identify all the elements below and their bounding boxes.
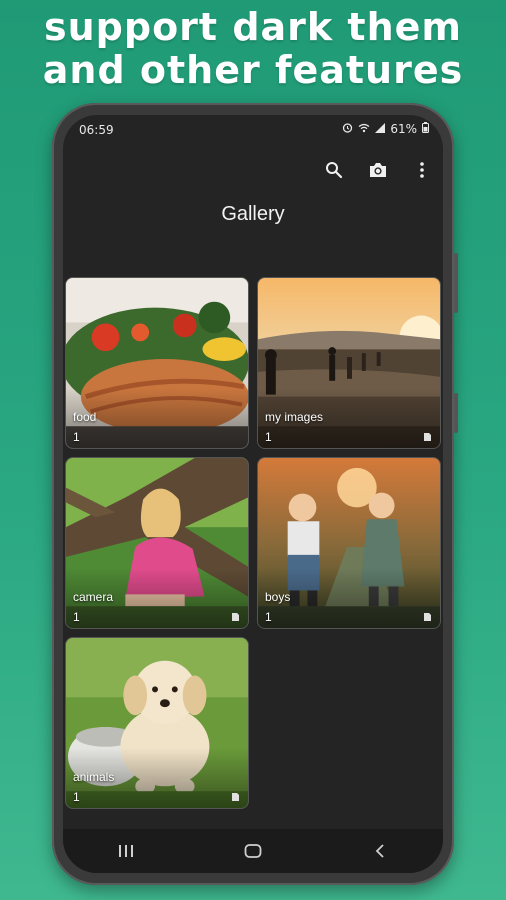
promo-line-2: and other features [42,48,464,92]
more-options-button[interactable] [409,157,435,183]
album-count: 1 [73,790,80,804]
album-name: camera [73,590,114,604]
status-bar: 06:59 61% [63,115,443,145]
sd-card-icon [424,433,431,441]
album-name: food [73,410,97,424]
album-count: 1 [73,430,80,444]
back-button[interactable] [360,836,400,866]
status-time: 06:59 [79,123,114,137]
more-vert-icon [420,162,424,178]
alarm-icon [342,122,353,136]
status-icons: 61% [342,122,429,136]
promo-headline: support dark them and other features [0,6,506,92]
system-nav-bar [63,829,443,873]
album-tile-camera[interactable]: camera 1 [65,457,249,629]
album-tile-food[interactable]: food 1 [65,277,249,449]
album-tile-my-images[interactable]: my images 1 [257,277,441,449]
album-count: 1 [265,430,272,444]
battery-percent: 61% [390,122,417,136]
sd-card-icon [232,793,239,801]
sd-card-icon [424,613,431,621]
album-name: boys [265,590,291,604]
camera-icon [370,163,386,177]
album-tile-boys[interactable]: boys 1 [257,457,441,629]
wifi-icon [358,122,370,136]
signal-icon [375,122,386,136]
phone-screen: 06:59 61% Gallery food 1 my images 1 cam… [63,115,443,873]
promo-line-1: support dark them [44,5,462,49]
home-button[interactable] [233,836,273,866]
back-icon [375,844,384,858]
album-name: animals [73,770,115,784]
page-title: Gallery [221,203,285,225]
album-count: 1 [73,610,80,624]
toolbar [321,157,435,183]
recents-button[interactable] [106,836,146,866]
search-button[interactable] [321,157,347,183]
recents-icon [119,845,134,857]
volume-button [454,253,458,313]
phone-frame: 06:59 61% Gallery food 1 my images 1 cam… [52,103,458,885]
battery-icon [422,122,429,136]
home-icon [244,844,262,858]
search-icon [326,162,343,179]
album-tile-animals[interactable]: animals 1 [65,637,249,809]
camera-button[interactable] [365,157,391,183]
sd-card-icon [232,613,239,621]
power-button [454,393,458,433]
album-name: my images [265,410,324,424]
album-count: 1 [265,610,272,624]
